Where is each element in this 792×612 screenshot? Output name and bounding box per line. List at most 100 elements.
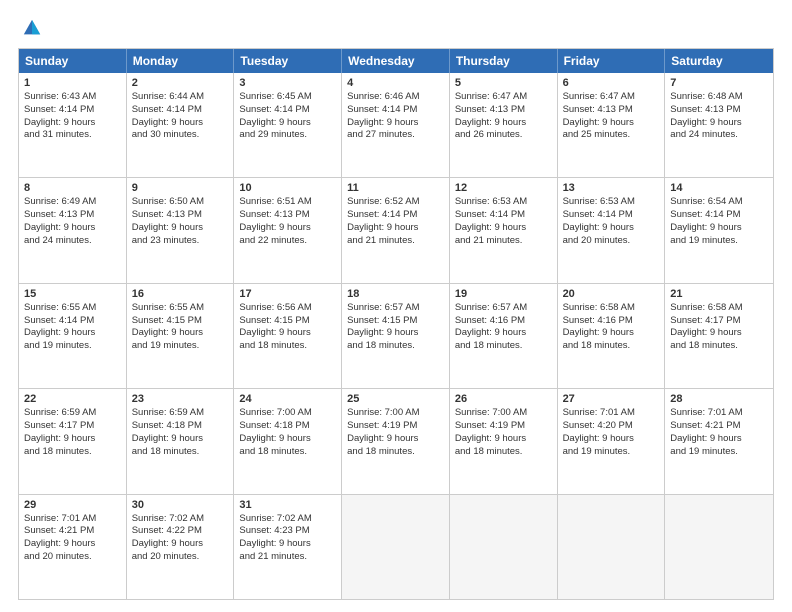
- cell-info-line: Sunset: 4:16 PM: [455, 315, 552, 328]
- cell-info-line: Sunrise: 6:52 AM: [347, 196, 444, 209]
- calendar-cell: 31Sunrise: 7:02 AMSunset: 4:23 PMDayligh…: [234, 495, 342, 599]
- day-number: 17: [239, 288, 336, 300]
- cell-info-line: and 20 minutes.: [24, 551, 121, 564]
- cell-info-line: Sunrise: 6:59 AM: [132, 407, 229, 420]
- day-number: 26: [455, 393, 552, 405]
- cell-info-line: Daylight: 9 hours: [132, 327, 229, 340]
- calendar-cell: 13Sunrise: 6:53 AMSunset: 4:14 PMDayligh…: [558, 178, 666, 282]
- calendar-cell: 10Sunrise: 6:51 AMSunset: 4:13 PMDayligh…: [234, 178, 342, 282]
- cell-info-line: Sunrise: 7:01 AM: [670, 407, 768, 420]
- cell-info-line: Sunrise: 6:57 AM: [347, 302, 444, 315]
- day-number: 11: [347, 182, 444, 194]
- calendar-cell: 29Sunrise: 7:01 AMSunset: 4:21 PMDayligh…: [19, 495, 127, 599]
- calendar-cell: 5Sunrise: 6:47 AMSunset: 4:13 PMDaylight…: [450, 73, 558, 177]
- cell-info-line: Daylight: 9 hours: [455, 433, 552, 446]
- calendar-cell: 16Sunrise: 6:55 AMSunset: 4:15 PMDayligh…: [127, 284, 235, 388]
- day-number: 8: [24, 182, 121, 194]
- day-number: 4: [347, 77, 444, 89]
- cell-info-line: and 19 minutes.: [132, 340, 229, 353]
- cell-info-line: Sunset: 4:14 PM: [132, 104, 229, 117]
- cell-info-line: Sunrise: 6:53 AM: [455, 196, 552, 209]
- cell-info-line: Sunrise: 6:53 AM: [563, 196, 660, 209]
- cell-info-line: and 21 minutes.: [239, 551, 336, 564]
- cell-info-line: Sunset: 4:14 PM: [24, 315, 121, 328]
- cell-info-line: Daylight: 9 hours: [455, 327, 552, 340]
- cell-info-line: and 19 minutes.: [670, 235, 768, 248]
- cell-info-line: Daylight: 9 hours: [24, 117, 121, 130]
- cell-info-line: Daylight: 9 hours: [24, 433, 121, 446]
- calendar-body: 1Sunrise: 6:43 AMSunset: 4:14 PMDaylight…: [19, 73, 773, 599]
- cell-info-line: Sunset: 4:13 PM: [239, 209, 336, 222]
- cell-info-line: and 25 minutes.: [563, 129, 660, 142]
- cell-info-line: Daylight: 9 hours: [24, 538, 121, 551]
- calendar-cell: 19Sunrise: 6:57 AMSunset: 4:16 PMDayligh…: [450, 284, 558, 388]
- cell-info-line: and 18 minutes.: [455, 340, 552, 353]
- cell-info-line: Daylight: 9 hours: [239, 327, 336, 340]
- cell-info-line: Sunset: 4:15 PM: [132, 315, 229, 328]
- cell-info-line: Sunrise: 6:56 AM: [239, 302, 336, 315]
- day-number: 24: [239, 393, 336, 405]
- cell-info-line: Daylight: 9 hours: [670, 222, 768, 235]
- cell-info-line: Sunset: 4:13 PM: [563, 104, 660, 117]
- cell-info-line: Daylight: 9 hours: [347, 222, 444, 235]
- cell-info-line: and 24 minutes.: [670, 129, 768, 142]
- cell-info-line: Daylight: 9 hours: [347, 117, 444, 130]
- day-header-tuesday: Tuesday: [234, 49, 342, 73]
- cell-info-line: Sunset: 4:17 PM: [24, 420, 121, 433]
- calendar-cell: 23Sunrise: 6:59 AMSunset: 4:18 PMDayligh…: [127, 389, 235, 493]
- calendar-cell: 9Sunrise: 6:50 AMSunset: 4:13 PMDaylight…: [127, 178, 235, 282]
- cell-info-line: and 27 minutes.: [347, 129, 444, 142]
- cell-info-line: Sunset: 4:17 PM: [670, 315, 768, 328]
- cell-info-line: Daylight: 9 hours: [24, 327, 121, 340]
- calendar-cell: 1Sunrise: 6:43 AMSunset: 4:14 PMDaylight…: [19, 73, 127, 177]
- calendar-header: SundayMondayTuesdayWednesdayThursdayFrid…: [19, 49, 773, 73]
- cell-info-line: Sunrise: 6:49 AM: [24, 196, 121, 209]
- day-number: 30: [132, 499, 229, 511]
- cell-info-line: Daylight: 9 hours: [455, 117, 552, 130]
- calendar-cell: [665, 495, 773, 599]
- cell-info-line: and 23 minutes.: [132, 235, 229, 248]
- calendar-cell: [342, 495, 450, 599]
- cell-info-line: Sunset: 4:19 PM: [455, 420, 552, 433]
- calendar-row: 1Sunrise: 6:43 AMSunset: 4:14 PMDaylight…: [19, 73, 773, 177]
- cell-info-line: Sunrise: 6:55 AM: [132, 302, 229, 315]
- cell-info-line: Sunrise: 6:59 AM: [24, 407, 121, 420]
- day-header-thursday: Thursday: [450, 49, 558, 73]
- calendar-cell: 14Sunrise: 6:54 AMSunset: 4:14 PMDayligh…: [665, 178, 773, 282]
- day-number: 10: [239, 182, 336, 194]
- cell-info-line: Sunrise: 6:47 AM: [455, 91, 552, 104]
- calendar-cell: 21Sunrise: 6:58 AMSunset: 4:17 PMDayligh…: [665, 284, 773, 388]
- cell-info-line: Daylight: 9 hours: [455, 222, 552, 235]
- cell-info-line: Sunset: 4:20 PM: [563, 420, 660, 433]
- cell-info-line: Daylight: 9 hours: [563, 433, 660, 446]
- cell-info-line: Daylight: 9 hours: [239, 433, 336, 446]
- cell-info-line: Daylight: 9 hours: [670, 117, 768, 130]
- calendar-cell: [558, 495, 666, 599]
- day-number: 31: [239, 499, 336, 511]
- day-number: 23: [132, 393, 229, 405]
- day-number: 15: [24, 288, 121, 300]
- calendar-cell: 30Sunrise: 7:02 AMSunset: 4:22 PMDayligh…: [127, 495, 235, 599]
- cell-info-line: Sunset: 4:14 PM: [670, 209, 768, 222]
- cell-info-line: Sunset: 4:15 PM: [239, 315, 336, 328]
- cell-info-line: and 24 minutes.: [24, 235, 121, 248]
- calendar-cell: 22Sunrise: 6:59 AMSunset: 4:17 PMDayligh…: [19, 389, 127, 493]
- cell-info-line: Sunrise: 6:46 AM: [347, 91, 444, 104]
- cell-info-line: and 18 minutes.: [24, 446, 121, 459]
- calendar-cell: 25Sunrise: 7:00 AMSunset: 4:19 PMDayligh…: [342, 389, 450, 493]
- cell-info-line: and 19 minutes.: [670, 446, 768, 459]
- calendar-cell: [450, 495, 558, 599]
- cell-info-line: Sunset: 4:18 PM: [239, 420, 336, 433]
- cell-info-line: Sunrise: 6:55 AM: [24, 302, 121, 315]
- calendar: SundayMondayTuesdayWednesdayThursdayFrid…: [18, 48, 774, 600]
- cell-info-line: and 30 minutes.: [132, 129, 229, 142]
- calendar-cell: 4Sunrise: 6:46 AMSunset: 4:14 PMDaylight…: [342, 73, 450, 177]
- day-number: 1: [24, 77, 121, 89]
- cell-info-line: Daylight: 9 hours: [347, 327, 444, 340]
- cell-info-line: Daylight: 9 hours: [347, 433, 444, 446]
- cell-info-line: Sunrise: 7:01 AM: [563, 407, 660, 420]
- calendar-cell: 15 Sunrise: 6:55 AMSunset: 4:14 PMDayligh…: [19, 284, 127, 388]
- day-number: 20: [563, 288, 660, 300]
- day-number: 25: [347, 393, 444, 405]
- cell-info-line: Sunset: 4:14 PM: [455, 209, 552, 222]
